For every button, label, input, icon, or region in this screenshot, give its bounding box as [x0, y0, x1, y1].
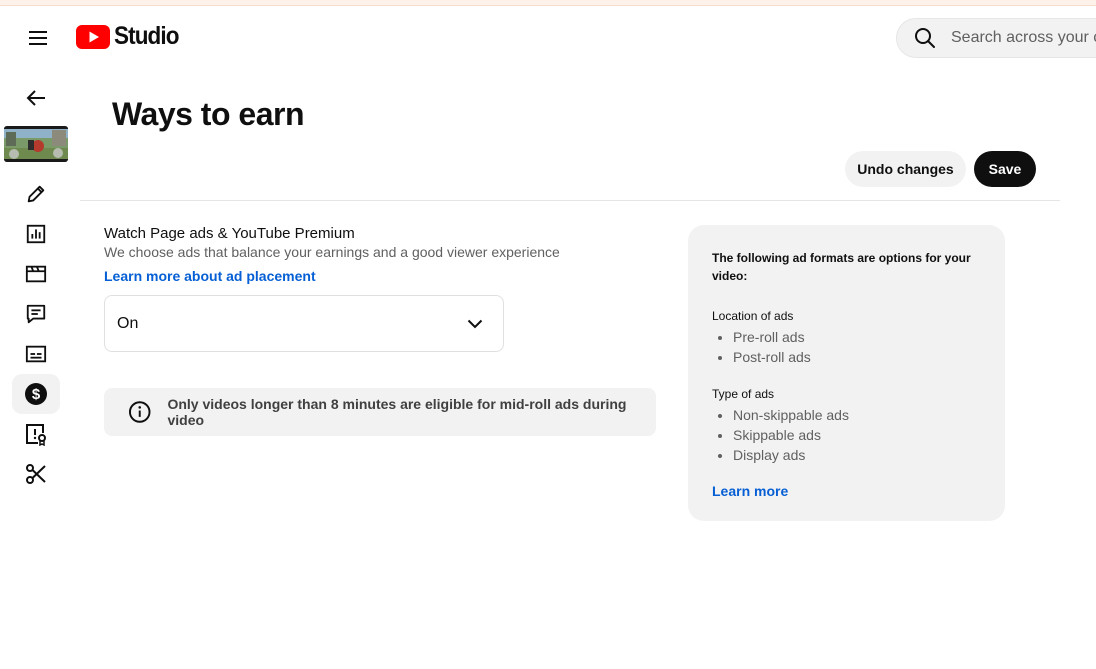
rail-editor[interactable] [12, 254, 60, 294]
search-icon [915, 28, 935, 48]
location-title: Location of ads [712, 309, 794, 323]
list-item: Display ads [733, 445, 981, 465]
clapperboard-icon [25, 265, 47, 283]
comments-icon [26, 304, 46, 324]
copyright-icon [26, 424, 46, 446]
studio-logo[interactable]: Studio [76, 22, 186, 51]
midroll-notice: Only videos longer than 8 minutes are el… [104, 388, 656, 436]
learn-more-link[interactable]: Learn more [712, 483, 981, 499]
monetization-icon: $ [25, 383, 47, 405]
subtitles-icon [25, 345, 47, 363]
save-button[interactable]: Save [974, 151, 1036, 187]
list-item: Skippable ads [733, 425, 981, 445]
rail-monetization[interactable]: $ [12, 374, 60, 414]
back-arrow-icon [26, 90, 45, 106]
type-title: Type of ads [712, 387, 775, 401]
select-value: On [117, 314, 139, 332]
video-thumbnail[interactable] [4, 126, 68, 162]
notice-text: Only videos longer than 8 minutes are el… [167, 396, 627, 428]
rail-analytics[interactable] [12, 214, 60, 254]
page-title: Ways to earn [112, 96, 304, 132]
list-item: Pre-roll ads [733, 327, 981, 347]
ad-placement-link[interactable]: Learn more about ad placement [104, 268, 316, 284]
logo-text: Studio [114, 22, 179, 50]
rail-clips[interactable] [12, 454, 60, 494]
header-divider [80, 200, 1060, 201]
rail-subtitles[interactable] [12, 334, 60, 374]
undo-changes-button[interactable]: Undo changes [845, 151, 966, 187]
hamburger-icon [29, 31, 47, 45]
info-icon [128, 401, 151, 423]
ads-toggle-select[interactable]: On [104, 295, 504, 352]
rail-details[interactable] [12, 174, 60, 214]
ad-formats-panel: The following ad formats are options for… [688, 225, 1005, 521]
list-item: Post-roll ads [733, 347, 981, 367]
search-bar[interactable] [896, 18, 1096, 58]
top-border [0, 0, 1096, 6]
section-title: Watch Page ads & YouTube Premium [104, 225, 355, 242]
rail-copyright[interactable] [12, 414, 60, 454]
back-button[interactable] [12, 78, 60, 118]
type-list: Non-skippable ads Skippable ads Display … [712, 405, 981, 465]
list-item: Non-skippable ads [733, 405, 981, 425]
menu-button[interactable] [20, 22, 56, 54]
analytics-icon [26, 224, 46, 244]
section-description: We choose ads that balance your earnings… [104, 244, 560, 260]
youtube-logo-icon [76, 24, 110, 49]
video-thumbnail-image [4, 126, 68, 162]
chevron-down-icon [467, 319, 483, 328]
rail-comments[interactable] [12, 294, 60, 334]
location-list: Pre-roll ads Post-roll ads [712, 327, 981, 367]
svg-text:$: $ [32, 386, 41, 403]
scissors-icon [26, 464, 46, 484]
search-input[interactable] [949, 28, 1096, 48]
panel-intro: The following ad formats are options for… [712, 251, 971, 283]
pencil-icon [27, 185, 45, 203]
